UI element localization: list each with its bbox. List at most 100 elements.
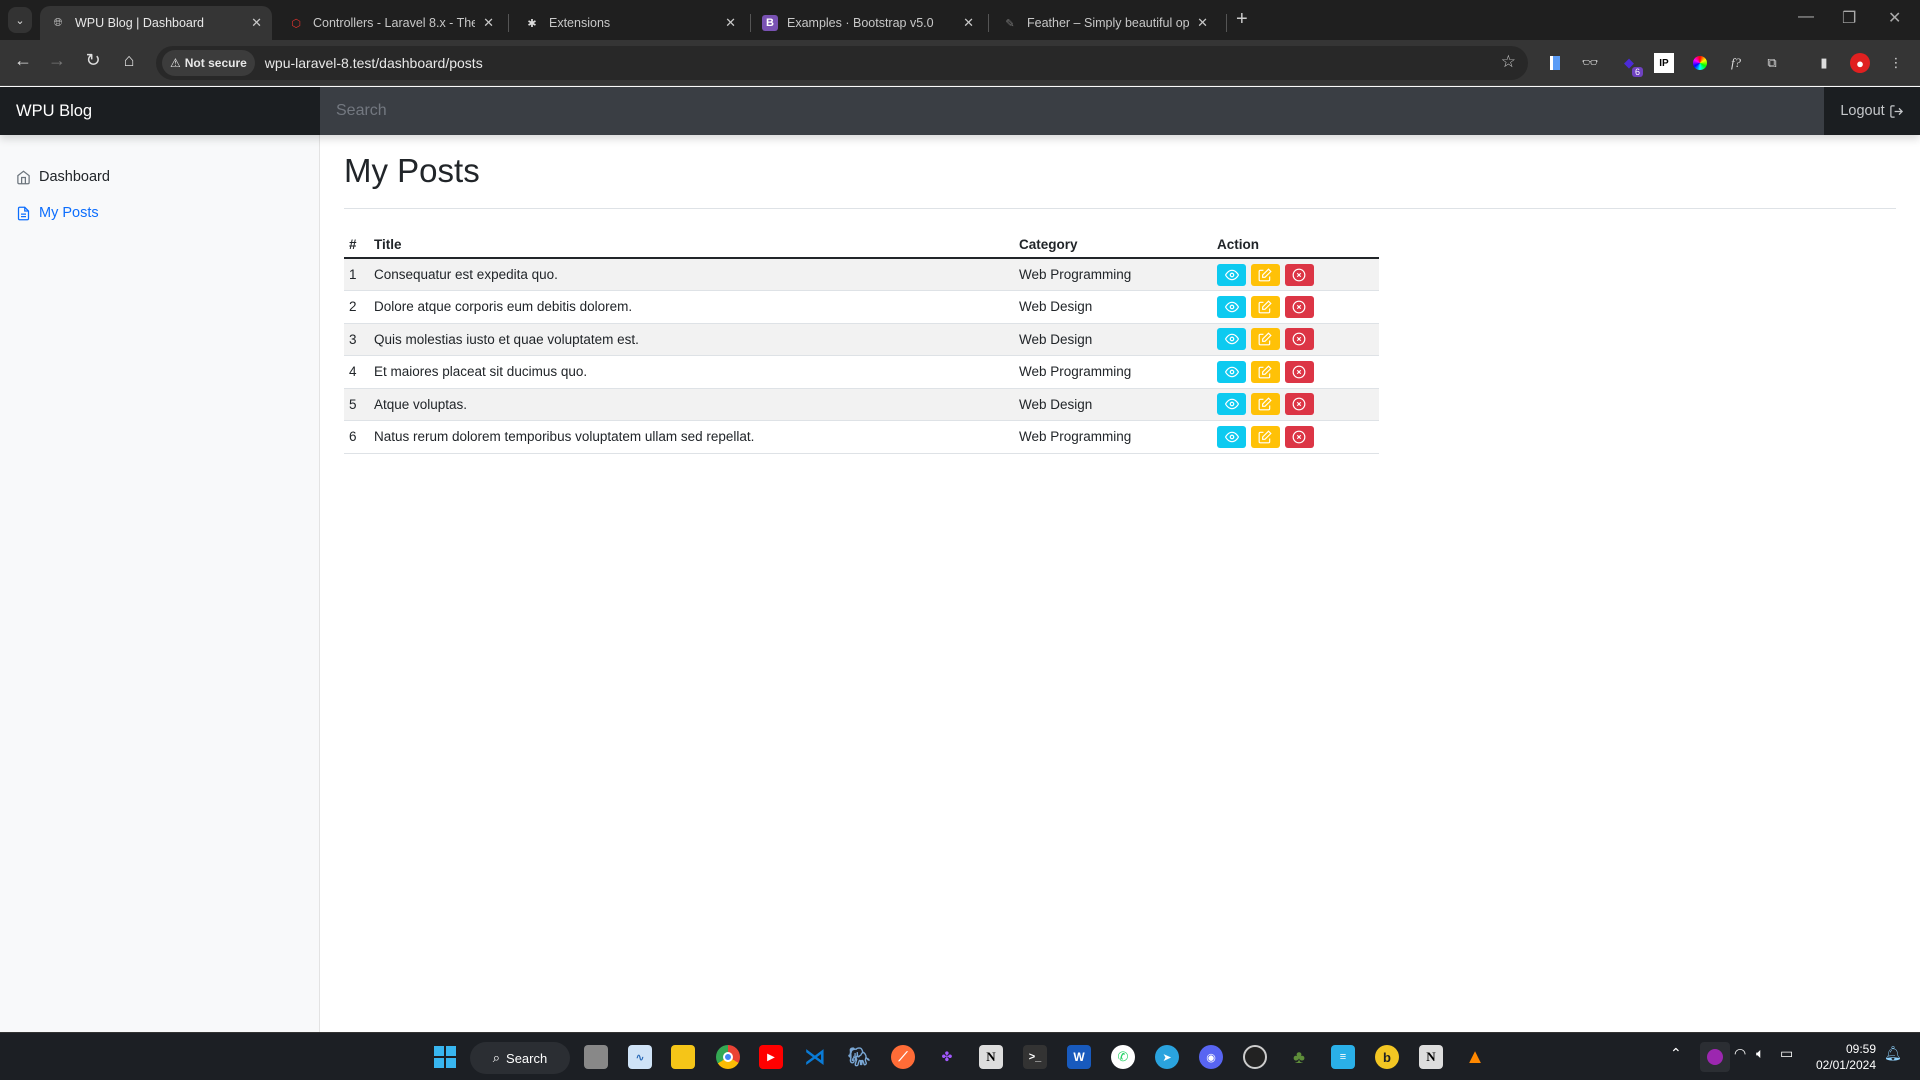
delete-button[interactable] [1284, 328, 1314, 351]
url-text[interactable]: wpu-laravel-8.test/dashboard/posts [265, 55, 483, 71]
volume-icon[interactable]: 🔈︎ [1756, 1045, 1764, 1062]
view-button[interactable] [1217, 425, 1246, 448]
edit-button[interactable] [1250, 263, 1280, 286]
b-app-icon[interactable]: b [1375, 1045, 1399, 1069]
show-hidden-icons-button[interactable]: ⌃ [1670, 1045, 1682, 1062]
notion-icon[interactable]: N [979, 1045, 1003, 1069]
delete-button[interactable] [1284, 295, 1314, 318]
home-button[interactable]: ⌂ [116, 50, 142, 71]
resource-monitor-icon[interactable]: ∿ [628, 1045, 652, 1069]
row-number: 3 [344, 323, 369, 356]
new-tab-button[interactable]: + [1236, 8, 1248, 31]
delete-button[interactable] [1284, 263, 1314, 286]
battery-icon[interactable]: ▭ [1780, 1045, 1793, 1062]
close-tab-icon[interactable]: ✕ [483, 15, 494, 31]
tray-app-icon[interactable] [1700, 1042, 1730, 1072]
tab-separator [750, 14, 751, 32]
postman-icon[interactable]: ⟋ [891, 1045, 915, 1069]
view-button[interactable] [1217, 295, 1246, 318]
header-category: Category [1014, 231, 1212, 259]
terminal-icon[interactable]: >_ [1023, 1045, 1047, 1069]
chrome-icon[interactable] [716, 1045, 740, 1069]
tab-search-button[interactable]: ⌄ [8, 7, 32, 33]
search-input[interactable] [320, 87, 1824, 135]
extension-font-icon[interactable]: f? [1726, 53, 1746, 73]
site-info-button[interactable]: ⚠ Not secure [162, 50, 255, 76]
view-button[interactable] [1217, 263, 1246, 286]
minimize-button[interactable]: — [1798, 8, 1814, 26]
brand-logo[interactable]: WPU Blog [0, 87, 320, 135]
view-button[interactable] [1217, 393, 1246, 416]
extensions-puzzle-icon[interactable]: ⧉ [1762, 53, 1782, 73]
edit-button[interactable] [1250, 295, 1280, 318]
tab-laravel-controllers[interactable]: ⬡ Controllers - Laravel 8.x - The PHP ✕ [278, 6, 504, 40]
taskbar-clock[interactable]: 09:59 02/01/2024 [1816, 1041, 1876, 1073]
edit-button[interactable] [1250, 328, 1280, 351]
vscode-icon[interactable]: ⋊ [803, 1044, 827, 1069]
row-category: Web Programming [1014, 420, 1212, 454]
whatsapp-icon[interactable]: ✆ [1111, 1045, 1135, 1069]
close-window-button[interactable]: ✕ [1888, 8, 1901, 28]
telegram-icon[interactable]: ➤ [1155, 1045, 1179, 1069]
view-button[interactable] [1217, 360, 1246, 383]
close-tab-icon[interactable]: ✕ [251, 15, 262, 31]
edit-button[interactable] [1250, 393, 1280, 416]
delete-button[interactable] [1284, 393, 1314, 416]
delete-button[interactable] [1284, 425, 1314, 448]
tab-separator [508, 14, 509, 32]
tree-app-icon[interactable]: ♣ [1287, 1045, 1311, 1069]
extension-copy-icon[interactable] [1545, 53, 1565, 73]
edit-button[interactable] [1250, 425, 1280, 448]
close-tab-icon[interactable]: ✕ [1197, 15, 1208, 31]
back-button[interactable]: ← [10, 50, 36, 71]
chrome-menu-icon[interactable]: ⋮ [1886, 53, 1906, 73]
eye-icon [1224, 269, 1239, 280]
taskbar-search-button[interactable]: ⌕ Search [470, 1042, 570, 1074]
logout-button[interactable]: Logout [1824, 87, 1920, 135]
extension-mascot-icon[interactable]: 👓︎ [1580, 53, 1600, 73]
warning-icon: ⚠ [170, 56, 181, 70]
close-tab-icon[interactable]: ✕ [725, 15, 736, 31]
youtube-icon[interactable]: ▶ [759, 1045, 783, 1069]
extension-ip-icon[interactable]: IP [1654, 53, 1674, 73]
windows-taskbar: ⌕ Search ∿ ▶ ⋊ 🐘︎ ⟋ ✤ N >_ W ✆ ➤ ◉ ♣ ≡ b… [0, 1032, 1920, 1080]
tab-extensions[interactable]: ✱ Extensions ✕ [514, 6, 746, 40]
file-explorer-icon[interactable] [671, 1045, 695, 1069]
discord-icon[interactable]: ◉ [1199, 1045, 1223, 1069]
tab-bootstrap-examples[interactable]: B Examples · Bootstrap v5.0 ✕ [752, 6, 984, 40]
x-circle-icon [1292, 430, 1306, 444]
delete-button[interactable] [1284, 360, 1314, 383]
vlc-icon[interactable]: ▲ [1463, 1045, 1487, 1069]
sidebar-item-dashboard[interactable]: Dashboard [0, 159, 319, 195]
tab-feather[interactable]: ✎ Feather – Simply beautiful open ✕ [992, 6, 1218, 40]
app-navbar: WPU Blog Logout [0, 87, 1920, 135]
notion-icon[interactable]: N [1419, 1045, 1443, 1069]
tab-wpu-blog[interactable]: 🌐︎ WPU Blog | Dashboard ✕ [40, 6, 272, 40]
notepad-icon[interactable]: ≡ [1331, 1045, 1355, 1069]
extension-stack-icon[interactable]: ◆ 6 [1619, 53, 1643, 77]
start-button[interactable] [433, 1045, 457, 1069]
close-tab-icon[interactable]: ✕ [963, 15, 974, 31]
wifi-icon[interactable]: ◠ [1734, 1045, 1746, 1062]
row-category: Web Design [1014, 290, 1212, 324]
sidebar-item-my-posts[interactable]: My Posts [0, 195, 319, 231]
x-circle-icon [1292, 397, 1306, 411]
address-bar[interactable]: ⚠ Not secure wpu-laravel-8.test/dashboar… [156, 46, 1528, 80]
task-view-icon[interactable] [584, 1045, 608, 1069]
figma-icon[interactable]: ✤ [935, 1045, 959, 1069]
extension-color-wheel-icon[interactable] [1690, 53, 1710, 73]
obs-icon[interactable] [1243, 1045, 1267, 1069]
table-header-row: # Title Category Action [344, 231, 1379, 259]
reload-button[interactable]: ↻ [80, 50, 106, 71]
forward-button[interactable]: → [44, 50, 70, 71]
restore-button[interactable]: ❐ [1842, 8, 1856, 28]
notification-bell-icon[interactable]: 🔔︎ [1884, 1045, 1902, 1062]
view-button[interactable] [1217, 328, 1246, 351]
profile-avatar[interactable]: ● [1850, 53, 1870, 73]
word-icon[interactable]: W [1067, 1045, 1091, 1069]
side-panel-icon[interactable]: ▮ [1814, 53, 1834, 73]
postgresql-icon[interactable]: 🐘︎ [847, 1045, 871, 1069]
bookmark-star-icon[interactable]: ☆ [1501, 52, 1516, 72]
row-number: 1 [344, 258, 369, 291]
edit-button[interactable] [1250, 360, 1280, 383]
